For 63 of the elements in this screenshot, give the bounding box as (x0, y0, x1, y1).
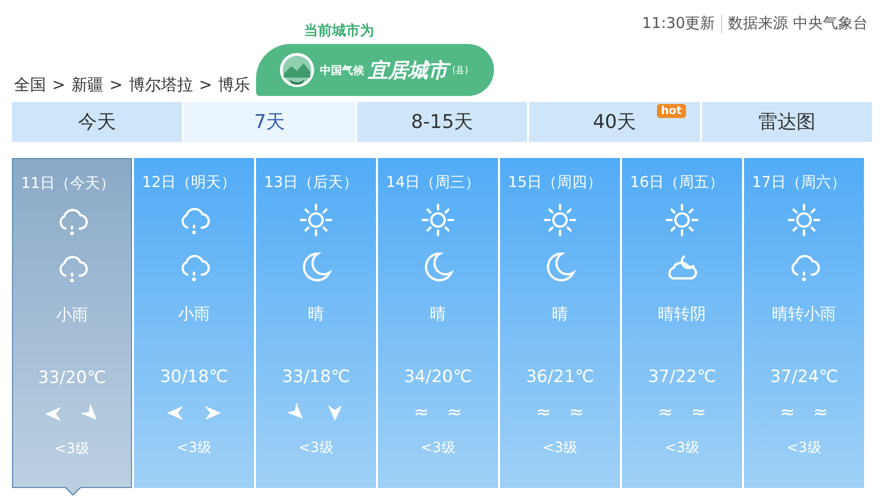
tab[interactable]: 40天 hot (529, 102, 700, 142)
weather-label: 晴 (430, 304, 446, 325)
wind-symbol: ≈ (447, 403, 462, 423)
weather-label: 晴转阴 (658, 304, 706, 325)
temperature: 33/18℃ (282, 367, 350, 387)
breadcrumb-link[interactable]: 全国 (14, 75, 46, 96)
data-source: 数据来源 中央气象台 (728, 14, 868, 33)
sun-icon (297, 201, 335, 239)
tab[interactable]: 7天 (184, 102, 355, 142)
wind-arrow-icon (203, 403, 223, 423)
sun-icon (419, 201, 457, 239)
wind-symbol: ≈ (813, 403, 828, 423)
tab[interactable]: 8-15天 (356, 102, 528, 142)
hot-badge: hot (656, 104, 686, 118)
temperature: 36/21℃ (526, 367, 594, 387)
wind-arrow-icon (43, 404, 63, 424)
badge-caption: 当前城市为 (304, 22, 374, 40)
temperature: 30/18℃ (160, 367, 228, 387)
breadcrumb-separator: > (52, 75, 66, 96)
wind-level: <3级 (664, 439, 700, 457)
weather-label: 小雨 (56, 305, 88, 326)
day-date: 15日（周四） (508, 173, 602, 192)
wind-symbol: ≈ (658, 403, 673, 423)
weather-label: 晴 (552, 304, 568, 325)
sun-icon (785, 201, 823, 239)
weather-label: 晴转小雨 (772, 304, 836, 325)
breadcrumb-link[interactable]: 新疆 (71, 75, 104, 96)
day-date: 16日（周五） (630, 173, 724, 192)
pointer-icon (65, 487, 81, 496)
update-time: 11:30更新 (642, 14, 716, 33)
sun-icon (663, 201, 701, 239)
wind-arrow-icon (165, 403, 185, 423)
day-date: 11日（今天） (21, 174, 116, 193)
tab[interactable]: 今天 (12, 102, 182, 142)
wind-level: <3级 (298, 439, 334, 457)
wind-level: <3级 (176, 439, 212, 457)
sun-icon (541, 201, 579, 239)
breadcrumb-separator: > (198, 75, 212, 96)
temperature: 37/22℃ (648, 367, 716, 387)
wind-symbol: ≈ (780, 403, 795, 423)
wind-symbol: ≈ (536, 403, 551, 423)
wind-symbol: ≈ (691, 403, 706, 423)
wind-level: <3级 (786, 439, 822, 457)
temperature: 34/20℃ (404, 367, 472, 387)
breadcrumb-link[interactable]: 博尔塔拉 (128, 75, 193, 96)
wind-level: <3级 (542, 439, 578, 457)
day-date: 12日（明天） (142, 173, 236, 192)
day-date: 14日（周三） (386, 173, 480, 192)
breadcrumb-separator: > (109, 75, 123, 96)
weather-label: 小雨 (178, 304, 210, 325)
temperature: 33/20℃ (38, 368, 106, 388)
breadcrumb-link[interactable]: 博乐 (218, 75, 250, 96)
wind-level: <3级 (420, 439, 456, 457)
day-date: 13日（后天） (264, 173, 358, 192)
emblem-icon (278, 51, 316, 89)
weather-label: 晴 (308, 304, 324, 325)
wind-arrow-icon (325, 403, 345, 423)
day-date: 17日（周六） (752, 173, 846, 192)
wind-symbol: ≈ (569, 403, 584, 423)
tab[interactable]: 雷达图 (702, 102, 872, 142)
temperature: 37/24℃ (770, 367, 838, 387)
wind-symbol: ≈ (414, 403, 429, 423)
wind-level: <3级 (54, 440, 90, 458)
